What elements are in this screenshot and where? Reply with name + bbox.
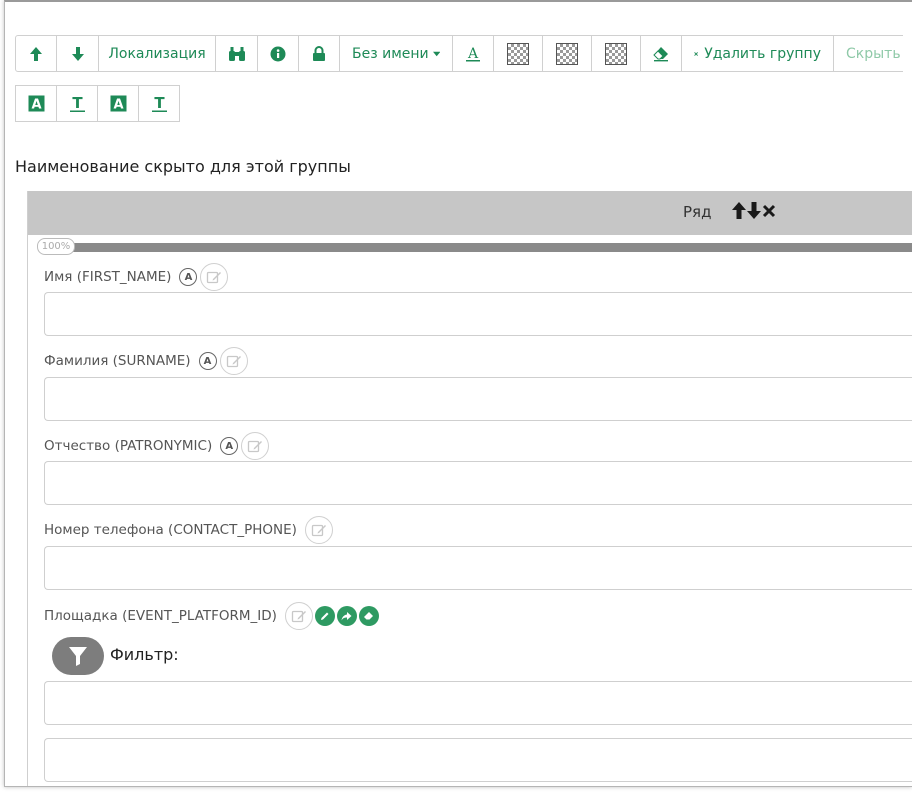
localization-label: Локализация [108, 45, 206, 62]
value-bg-button[interactable]: A [97, 85, 139, 122]
surname-input[interactable] [44, 377, 912, 421]
row-panel: Ряд 100% Имя (FIRST_NAME) A Фамилия (SUR… [27, 191, 912, 786]
field-event-platform-label-row: Площадка (EVENT_PLATFORM_ID) [44, 602, 379, 630]
background-color-button-2[interactable] [542, 35, 592, 72]
transparent-swatch-icon [507, 42, 529, 65]
close-icon [694, 51, 698, 56]
auto-a-icon[interactable]: A [179, 268, 198, 286]
row-actions [732, 200, 776, 220]
field-surname-label-row: Фамилия (SURNAME) A [44, 347, 248, 375]
highlight-a-icon: A [28, 95, 44, 113]
value-text-button[interactable]: T [138, 85, 180, 122]
lock-button[interactable] [298, 35, 340, 72]
edit-icon[interactable] [200, 263, 229, 291]
svg-text:T: T [154, 95, 165, 112]
eraser-icon[interactable] [358, 606, 379, 626]
text-color-icon: A [466, 46, 480, 62]
eraser-icon [653, 46, 668, 61]
hide-label: Скрыть [846, 45, 901, 62]
localization-button[interactable]: Локализация [98, 35, 216, 72]
auto-a-icon[interactable]: A [198, 352, 217, 370]
text-color-button[interactable]: A [452, 35, 494, 72]
name-mode-dropdown[interactable]: Без имени [339, 35, 453, 72]
edit-icon[interactable] [219, 347, 248, 375]
contact-phone-input[interactable] [44, 546, 912, 590]
row-width-badge: 100% [37, 238, 75, 255]
eraser-button[interactable] [640, 35, 682, 72]
move-up-button[interactable] [15, 35, 57, 72]
background-color-button-1[interactable] [493, 35, 543, 72]
label-text-button[interactable]: T [56, 85, 98, 122]
filter-button[interactable] [52, 637, 104, 675]
field-first-name-label-row: Имя (FIRST_NAME) A [44, 263, 229, 291]
lock-icon [313, 45, 325, 61]
background-color-button-3[interactable] [591, 35, 641, 72]
auto-a-icon[interactable]: A [220, 437, 239, 455]
editor-frame: Локализация Без имени A Удалить группу С… [4, 0, 912, 787]
delete-group-label: Удалить группу [704, 45, 821, 62]
label-bg-button[interactable]: A [15, 85, 57, 122]
group-toolbar: Локализация Без имени A Удалить группу С… [15, 35, 903, 72]
field-label: Имя (FIRST_NAME) [44, 269, 172, 285]
field-contact-phone-label-row: Номер телефона (CONTACT_PHONE) [44, 516, 333, 544]
row-label: Ряд [683, 203, 712, 221]
hide-button[interactable]: Скрыть [833, 35, 903, 72]
edit-icon[interactable] [241, 432, 270, 460]
text-underline-icon: T [69, 95, 85, 112]
caret-down-icon [432, 51, 440, 56]
svg-text:A: A [467, 46, 479, 62]
arrow-up-icon[interactable] [732, 200, 746, 220]
arrow-up-icon [30, 46, 42, 61]
field-label: Фамилия (SURNAME) [44, 353, 191, 369]
transparent-swatch-icon [556, 42, 578, 65]
arrow-down-icon [71, 46, 84, 61]
close-icon[interactable] [762, 200, 776, 220]
share-arrow-icon[interactable] [336, 606, 357, 626]
delete-group-button[interactable]: Удалить группу [681, 35, 834, 72]
field-patronymic-label-row: Отчество (PATRONYMIC) A [44, 432, 270, 460]
style-toolbar: A T A T [15, 85, 180, 122]
pencil-icon[interactable] [314, 606, 335, 626]
filter-icon [69, 647, 87, 666]
info-button[interactable] [257, 35, 299, 72]
arrow-down-icon[interactable] [747, 200, 761, 220]
svg-text:T: T [72, 95, 83, 112]
patronymic-input[interactable] [44, 461, 912, 505]
binoculars-button[interactable] [215, 35, 258, 72]
row-width-bar[interactable] [70, 243, 912, 252]
edit-icon[interactable] [304, 516, 333, 544]
name-mode-label: Без имени [352, 45, 429, 62]
field-label: Площадка (EVENT_PLATFORM_ID) [44, 608, 277, 624]
filter-label: Фильтр: [110, 645, 179, 664]
transparent-swatch-icon [605, 42, 627, 65]
svg-text:A: A [31, 98, 41, 113]
filter-input[interactable] [44, 681, 912, 725]
field-label: Номер телефона (CONTACT_PHONE) [44, 522, 297, 538]
info-icon [270, 46, 286, 61]
first-name-input[interactable] [44, 292, 912, 336]
edit-icon[interactable] [284, 602, 313, 630]
row-header: Ряд [28, 191, 912, 235]
field-label: Отчество (PATRONYMIC) [44, 438, 213, 454]
text-underline-icon: T [151, 95, 167, 112]
event-platform-input[interactable] [44, 738, 912, 782]
move-down-button[interactable] [56, 35, 99, 72]
svg-text:A: A [113, 98, 123, 113]
binoculars-icon [228, 46, 245, 61]
highlight-a-icon: A [110, 95, 126, 113]
group-hidden-name-text: Наименование скрыто для этой группы [15, 157, 351, 176]
